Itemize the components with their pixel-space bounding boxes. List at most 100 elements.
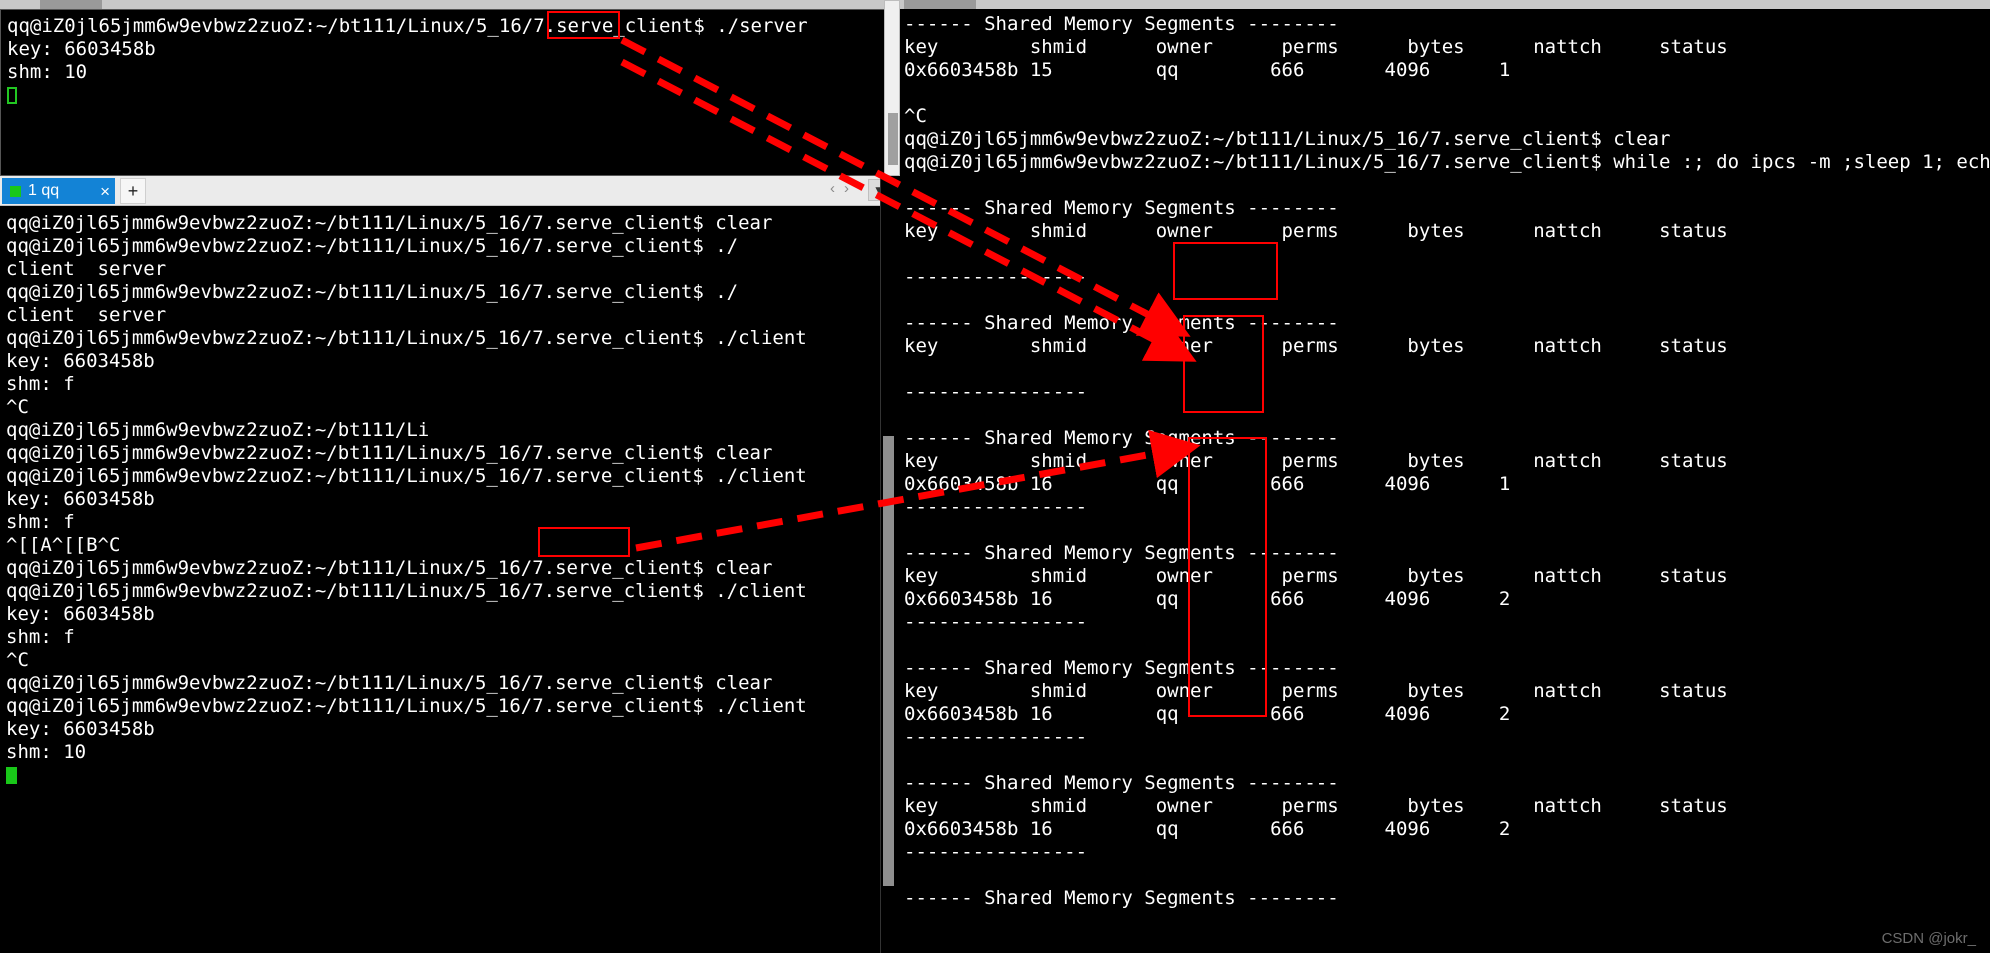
cell-key: 0x6603458b: [904, 59, 1019, 81]
tab-qq[interactable]: 1 qq ×: [2, 178, 115, 204]
client-terminal-tabbar[interactable]: 1 qq × + ‹› ▼: [0, 176, 896, 206]
client-terminal-window[interactable]: 1 qq × + ‹› ▼ qq@iZ0jl65jmm6w9evbwz2zuoZ…: [0, 176, 896, 953]
col-nattch: nattch: [1533, 335, 1602, 357]
segments-column-header: key shmid owner perms bytes nattch statu…: [904, 680, 1990, 703]
col-owner: owner: [1155, 680, 1213, 702]
segments-header: ------ Shared Memory Segments --------: [904, 657, 1339, 679]
close-icon[interactable]: ×: [100, 183, 110, 200]
ipcs-terminal-titlebar[interactable]: [896, 0, 1990, 9]
col-bytes: bytes: [1407, 450, 1465, 472]
cell-nattch: 2: [1498, 703, 1511, 725]
new-tab-button[interactable]: +: [120, 178, 146, 204]
col-shmid: shmid: [1029, 335, 1088, 357]
col-perms: perms: [1281, 36, 1339, 58]
separator: ----------------: [904, 611, 1088, 633]
cell-owner: qq: [1155, 818, 1179, 840]
segments-column-header: key shmid owner perms bytes nattch statu…: [904, 795, 1990, 818]
col-key: key: [904, 36, 939, 58]
text-cursor: [6, 767, 17, 784]
cell-bytes: 4096: [1384, 703, 1431, 725]
col-nattch: nattch: [1533, 450, 1602, 472]
cell-key: 0x6603458b: [904, 588, 1019, 610]
col-perms: perms: [1281, 335, 1339, 357]
segments-header: ------ Shared Memory Segments --------: [904, 312, 1339, 334]
cell-bytes: 4096: [1384, 588, 1431, 610]
terminal-line: qq@iZ0jl65jmm6w9evbwz2zuoZ:~/bt111/Linux…: [6, 557, 773, 579]
chevron-right-icon[interactable]: ›: [844, 180, 858, 197]
col-bytes: bytes: [1407, 220, 1465, 242]
tab-scroll-arrows[interactable]: ‹›: [830, 180, 858, 197]
terminal-line: key: 6603458b: [6, 488, 155, 510]
col-status: status: [1659, 680, 1728, 702]
col-shmid: shmid: [1029, 795, 1088, 817]
col-key: key: [904, 565, 939, 587]
cell-nattch: 2: [1498, 588, 1511, 610]
col-owner: owner: [1155, 565, 1213, 587]
col-bytes: bytes: [1407, 795, 1465, 817]
terminal-line: qq@iZ0jl65jmm6w9evbwz2zuoZ:~/bt111/Linux…: [6, 212, 773, 234]
col-bytes: bytes: [1407, 565, 1465, 587]
col-status: status: [1659, 220, 1728, 242]
client-terminal-scrollbar[interactable]: [880, 176, 896, 953]
cell-perms: 666: [1270, 703, 1305, 725]
col-shmid: shmid: [1029, 680, 1088, 702]
interrupt-marker: ^C: [904, 105, 927, 127]
col-owner: owner: [1155, 795, 1213, 817]
terminal-line: shm: f: [6, 373, 75, 395]
col-owner: owner: [1155, 220, 1213, 242]
col-status: status: [1659, 335, 1728, 357]
segments-row: 0x6603458b 16 qq 666 4096 2: [904, 703, 1990, 726]
cell-shmid: 16: [1029, 588, 1053, 610]
col-status: status: [1659, 450, 1728, 472]
terminal-line: qq@iZ0jl65jmm6w9evbwz2zuoZ:~/bt111/Linux…: [6, 580, 807, 602]
col-key: key: [904, 680, 939, 702]
ipcs-terminal-body[interactable]: ------ Shared Memory Segments -------- k…: [896, 9, 1990, 953]
terminal-line: shm: f: [6, 511, 75, 533]
ipcs-terminal-scrollbar[interactable]: [884, 0, 900, 176]
col-bytes: bytes: [1407, 36, 1465, 58]
col-key: key: [904, 220, 939, 242]
segments-column-header: key shmid owner perms bytes nattch statu…: [904, 335, 1990, 358]
terminal-line: ^C: [6, 649, 29, 671]
segments-header: ------ Shared Memory Segments --------: [904, 13, 1339, 35]
col-nattch: nattch: [1533, 36, 1602, 58]
prompt: qq@iZ0jl65jmm6w9evbwz2zuoZ:~/bt111/Linux…: [904, 151, 1602, 173]
chevron-left-icon[interactable]: ‹: [830, 180, 844, 197]
col-key: key: [904, 795, 939, 817]
terminal-line: ^[[A^[[B^C: [6, 534, 121, 556]
client-terminal-body[interactable]: qq@iZ0jl65jmm6w9evbwz2zuoZ:~/bt111/Linux…: [0, 206, 896, 953]
command-clear: clear: [1613, 128, 1671, 150]
tab-label: 1 qq: [28, 182, 60, 199]
col-status: status: [1659, 36, 1728, 58]
scrollbar-thumb[interactable]: [888, 113, 898, 165]
col-shmid: shmid: [1029, 36, 1088, 58]
server-terminal-body[interactable]: qq@iZ0jl65jmm6w9evbwz2zuoZ:~/bt111/Linux…: [0, 9, 896, 176]
terminal-line: key: 6603458b: [6, 603, 155, 625]
segments-header: ------ Shared Memory Segments --------: [904, 887, 1339, 909]
cell-shmid: 16: [1029, 473, 1053, 495]
ipcs-terminal-tab-stub[interactable]: [904, 0, 976, 9]
terminal-line: client server: [6, 304, 167, 326]
col-perms: perms: [1281, 680, 1339, 702]
cell-perms: 666: [1270, 473, 1305, 495]
prompt: qq@iZ0jl65jmm6w9evbwz2zuoZ:~/bt111/Linux…: [904, 128, 1602, 150]
tab-status-dot-icon: [10, 185, 21, 197]
scrollbar-thumb[interactable]: [883, 436, 894, 886]
server-terminal-tab-stub[interactable]: [40, 0, 102, 9]
segments-column-header: key shmid owner perms bytes nattch statu…: [904, 565, 1990, 588]
cell-owner: qq: [1155, 588, 1179, 610]
terminal-line: qq@iZ0jl65jmm6w9evbwz2zuoZ:~/bt111/Linux…: [6, 672, 773, 694]
cell-bytes: 4096: [1384, 59, 1431, 81]
ipcs-terminal-window[interactable]: ------ Shared Memory Segments -------- k…: [896, 0, 1990, 953]
terminal-line: key: 6603458b: [6, 350, 155, 372]
cell-nattch: 1: [1498, 473, 1511, 495]
separator: ----------------: [904, 726, 1088, 748]
segments-header: ------ Shared Memory Segments --------: [904, 197, 1339, 219]
server-terminal-titlebar[interactable]: [0, 0, 896, 9]
col-nattch: nattch: [1533, 220, 1602, 242]
terminal-line: qq@iZ0jl65jmm6w9evbwz2zuoZ:~/bt111/Li: [6, 419, 430, 441]
server-terminal-window[interactable]: qq@iZ0jl65jmm6w9evbwz2zuoZ:~/bt111/Linux…: [0, 0, 896, 176]
